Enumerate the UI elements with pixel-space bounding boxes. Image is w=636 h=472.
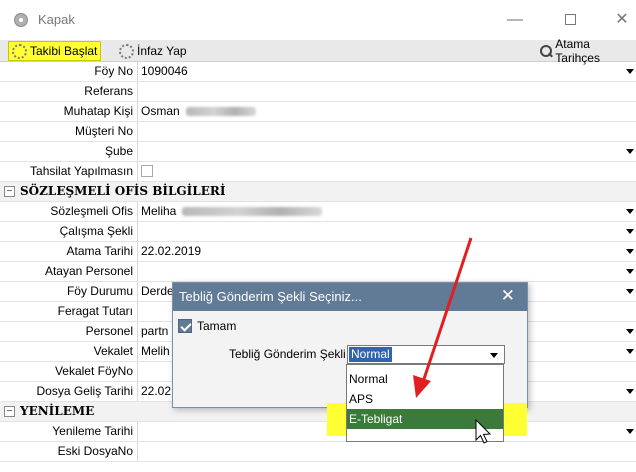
field-row-tahsilat: Tahsilat Yapılmasın bbox=[0, 162, 636, 182]
field-row-sube: Şube bbox=[0, 142, 636, 162]
window-title: Kapak bbox=[38, 12, 75, 27]
field-label: Eski DosyaNo bbox=[57, 444, 133, 458]
collapse-icon[interactable]: − bbox=[4, 406, 15, 417]
sube-field[interactable] bbox=[137, 142, 636, 161]
option-aps[interactable]: APS bbox=[347, 389, 503, 409]
ok-button[interactable]: Tamam bbox=[178, 319, 236, 333]
assign-dates-button[interactable]: Atama Tarihçes bbox=[537, 37, 636, 65]
field-label: Muhatap Kişi bbox=[63, 104, 133, 118]
section-title: SÖZLEŞMELİ OFİS BİLGİLERİ bbox=[20, 184, 226, 198]
field-row-foy-no: Föy No 1090046 bbox=[0, 62, 636, 82]
field-label: Müşteri No bbox=[74, 124, 133, 138]
field-label: Feragat Tutarı bbox=[57, 304, 133, 318]
dialog-title-bar: Tebliğ Gönderim Şekli Seçiniz... ✕ bbox=[173, 283, 527, 311]
muhatap-field[interactable]: Osman bbox=[137, 102, 636, 121]
chevron-down-icon[interactable] bbox=[626, 229, 634, 234]
maximize-button[interactable] bbox=[560, 10, 580, 30]
field-label: Yenileme Tarihi bbox=[52, 424, 133, 438]
field-label: Şube bbox=[104, 144, 133, 158]
field-label: Sözleşmeli Ofis bbox=[50, 204, 133, 218]
field-row-atama-tarihi: Atama Tarihi 22.02.2019 bbox=[0, 242, 636, 262]
chevron-down-icon[interactable] bbox=[626, 69, 634, 74]
atama-tarihi-field[interactable]: 22.02.2019 bbox=[137, 242, 636, 261]
atayan-field[interactable] bbox=[137, 262, 636, 281]
chevron-down-icon[interactable] bbox=[626, 349, 634, 354]
close-button[interactable]: ✕ bbox=[612, 10, 632, 30]
redacted-text bbox=[185, 107, 256, 117]
ok-label: Tamam bbox=[197, 319, 237, 333]
assign-dates-label: Atama Tarihçes bbox=[555, 37, 600, 65]
chevron-down-icon[interactable] bbox=[626, 269, 634, 274]
search-icon bbox=[540, 45, 553, 57]
select-value: Normal bbox=[349, 347, 392, 362]
delivery-method-select[interactable]: Normal bbox=[347, 345, 505, 364]
delivery-method-label: Tebliğ Gönderim Şekli bbox=[229, 347, 346, 361]
field-label: Atayan Personel bbox=[44, 264, 133, 278]
delivery-method-options: Normal APS E-Tebligat bbox=[346, 364, 504, 442]
option-e-tebligat[interactable]: E-Tebligat bbox=[347, 409, 503, 429]
chevron-down-icon[interactable] bbox=[490, 353, 498, 358]
start-tracking-button[interactable]: Takibi Başlat bbox=[8, 41, 102, 61]
checkbox-checked-icon bbox=[178, 319, 192, 333]
collapse-icon[interactable]: − bbox=[4, 186, 15, 197]
dialog-close-button[interactable]: ✕ bbox=[501, 286, 515, 306]
field-row-musteri-no: Müşteri No bbox=[0, 122, 636, 142]
field-label: Vekalet FöyNo bbox=[54, 364, 133, 378]
minimize-button[interactable]: — bbox=[505, 10, 525, 30]
chevron-down-icon[interactable] bbox=[626, 329, 634, 334]
field-label: Vekalet bbox=[93, 344, 133, 358]
field-row-eski-dosya: Eski DosyaNo bbox=[0, 442, 636, 462]
calisma-field[interactable] bbox=[137, 222, 636, 241]
foy-no-field[interactable]: 1090046 bbox=[137, 62, 636, 81]
field-label: Çalışma Şekli bbox=[59, 224, 133, 238]
chevron-down-icon[interactable] bbox=[626, 389, 634, 394]
dotted-circle-icon bbox=[119, 43, 134, 59]
eski-dosya-field[interactable] bbox=[137, 442, 636, 461]
field-value: Derde bbox=[141, 284, 174, 298]
title-bar: Kapak — ✕ bbox=[0, 0, 636, 40]
field-value: partn bbox=[141, 324, 169, 338]
field-value: 22.02.2019 bbox=[141, 244, 202, 258]
chevron-down-icon[interactable] bbox=[626, 209, 634, 214]
section-title: YENİLEME bbox=[20, 404, 95, 418]
toolbar: Takibi Başlat İnfaz Yap Atama Tarihçes bbox=[0, 37, 636, 65]
dialog-title: Tebliğ Gönderim Şekli Seçiniz... bbox=[179, 289, 362, 304]
field-label: Atama Tarihi bbox=[66, 244, 133, 258]
execute-button[interactable]: İnfaz Yap bbox=[116, 41, 190, 61]
chevron-down-icon[interactable] bbox=[626, 289, 634, 294]
referans-field[interactable] bbox=[137, 82, 636, 101]
field-label: Tahsilat Yapılmasın bbox=[30, 164, 133, 178]
chevron-down-icon[interactable] bbox=[626, 249, 634, 254]
field-label: Referans bbox=[84, 84, 133, 98]
redacted-text bbox=[182, 207, 323, 217]
app-circle-icon bbox=[14, 13, 28, 27]
field-row-yenileme: Yenileme Tarihi bbox=[0, 422, 636, 442]
field-row-referans: Referans bbox=[0, 82, 636, 102]
chevron-down-icon[interactable] bbox=[626, 429, 634, 434]
musteri-no-field[interactable] bbox=[137, 122, 636, 141]
dotted-circle-icon bbox=[12, 43, 27, 59]
field-value: Meliha bbox=[141, 204, 177, 218]
option-normal[interactable]: Normal bbox=[347, 369, 503, 389]
field-label: Personel bbox=[85, 324, 133, 338]
execute-label: İnfaz Yap bbox=[137, 44, 187, 58]
ofis-field[interactable]: Meliha bbox=[137, 202, 636, 221]
field-row-calisma: Çalışma Şekli bbox=[0, 222, 636, 242]
start-tracking-label: Takibi Başlat bbox=[30, 44, 98, 58]
maximize-icon bbox=[564, 14, 576, 25]
field-row-atayan: Atayan Personel bbox=[0, 262, 636, 282]
field-value: 1090046 bbox=[141, 64, 188, 78]
field-label: Dosya Geliş Tarihi bbox=[36, 384, 133, 398]
chevron-down-icon[interactable] bbox=[626, 149, 634, 154]
field-row-muhatap: Muhatap Kişi Osman bbox=[0, 102, 636, 122]
field-row-ofis: Sözleşmeli Ofis Meliha bbox=[0, 202, 636, 222]
field-value: Melih bbox=[141, 344, 170, 358]
field-label: Föy Durumu bbox=[66, 284, 133, 298]
tahsilat-checkbox[interactable] bbox=[141, 165, 153, 177]
field-label: Föy No bbox=[94, 64, 133, 78]
tahsilat-field bbox=[137, 162, 636, 181]
section-header-office[interactable]: − SÖZLEŞMELİ OFİS BİLGİLERİ bbox=[0, 182, 636, 202]
field-value: Osman bbox=[141, 104, 180, 118]
